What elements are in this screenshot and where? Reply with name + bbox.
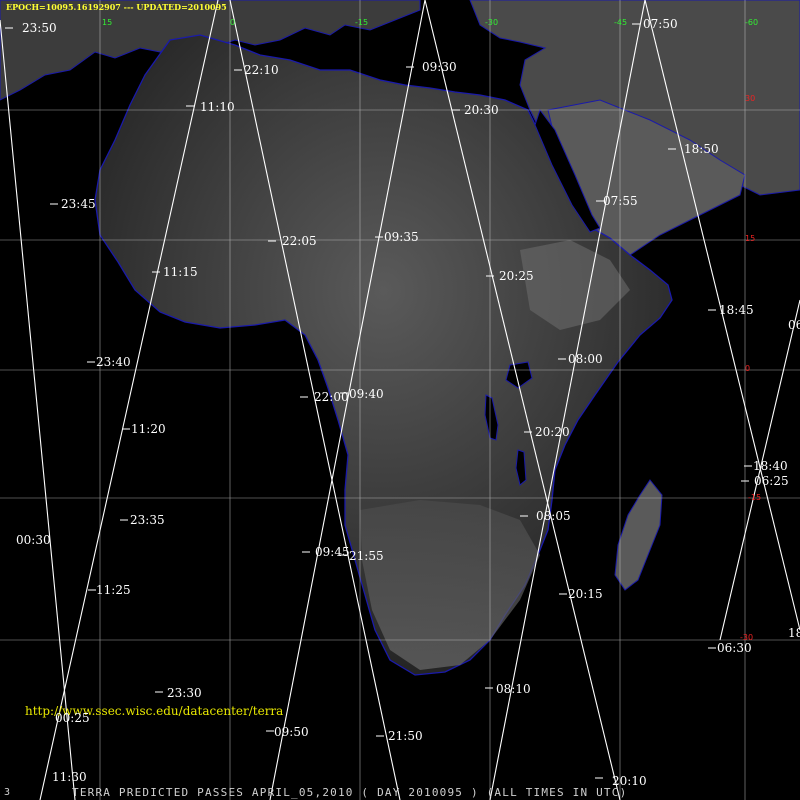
pass-time-label: 09:40 xyxy=(349,387,384,401)
page-number: 3 xyxy=(4,787,11,798)
satellite-map xyxy=(0,0,800,800)
pass-time-label: 09:30 xyxy=(422,60,457,74)
map-viewport: EPOCH=10095.16192907 --- UPDATED=2010095… xyxy=(0,0,800,800)
longitude-label: 15 xyxy=(102,18,113,27)
pass-time-label: 11:30 xyxy=(52,770,87,784)
pass-time-label: 21:55 xyxy=(349,549,384,563)
pass-time-label: 20:25 xyxy=(499,269,534,283)
pass-time-label: 22:05 xyxy=(282,234,317,248)
pass-time-label: 18:50 xyxy=(684,142,719,156)
longitude-label: -45 xyxy=(614,18,628,27)
latitude-label: -15 xyxy=(748,493,762,502)
pass-time-label: 09:50 xyxy=(274,725,309,739)
pass-time-label: 23:40 xyxy=(96,355,131,369)
longitude-label: -30 xyxy=(485,18,499,27)
pass-time-label: 20:20 xyxy=(535,425,570,439)
latitude-label: 15 xyxy=(745,234,756,243)
orbit-track-1 xyxy=(0,19,76,800)
pass-time-label: 08:05 xyxy=(536,509,571,523)
pass-time-label: 00:25 xyxy=(55,711,90,725)
map-title: TERRA PREDICTED PASSES APRIL_05,2010 ( D… xyxy=(72,786,628,799)
longitude-label: -15 xyxy=(355,18,369,27)
pass-time-label: 20:30 xyxy=(464,103,499,117)
pass-time-label: 06:30 xyxy=(717,641,752,655)
pass-time-label: 11:20 xyxy=(131,422,166,436)
pass-time-label: 23:50 xyxy=(22,21,57,35)
pass-time-label: 23:45 xyxy=(61,197,96,211)
pass-time-label: 18:40 xyxy=(753,459,788,473)
pass-time-label: 22:10 xyxy=(244,63,279,77)
epoch-header: EPOCH=10095.16192907 --- UPDATED=2010095 xyxy=(6,2,227,12)
pass-time-label: 06:25 xyxy=(754,474,789,488)
pass-time-label: 21:50 xyxy=(388,729,423,743)
pass-time-label: 20:15 xyxy=(568,587,603,601)
pass-time-label: 08:00 xyxy=(568,352,603,366)
pass-time-label: 11:10 xyxy=(200,100,235,114)
pass-time-label: 06 xyxy=(788,318,800,332)
madagascar-landmass xyxy=(614,479,663,591)
pass-time-label: 18:45 xyxy=(719,303,754,317)
pass-time-label: 22:00 xyxy=(314,390,349,404)
pass-time-label: 00:30 xyxy=(16,533,51,547)
pass-time-label: 11:15 xyxy=(163,265,198,279)
longitude-label: -60 xyxy=(745,18,759,27)
pass-time-label: 07:50 xyxy=(643,17,678,31)
latitude-label: 30 xyxy=(745,94,756,103)
latitude-label: 0 xyxy=(745,364,751,373)
pass-time-label: 11:25 xyxy=(96,583,131,597)
pass-time-label: 09:45 xyxy=(315,545,350,559)
pass-time-label: 09:35 xyxy=(384,230,419,244)
pass-time-label: 23:35 xyxy=(130,513,165,527)
pass-time-label: 20:10 xyxy=(612,774,647,788)
pass-time-label: 08:10 xyxy=(496,682,531,696)
pass-time-label: 07:55 xyxy=(603,194,638,208)
longitude-label: 0 xyxy=(230,18,236,27)
pass-time-label: 23:30 xyxy=(167,686,202,700)
pass-time-label: 18 xyxy=(788,626,800,640)
